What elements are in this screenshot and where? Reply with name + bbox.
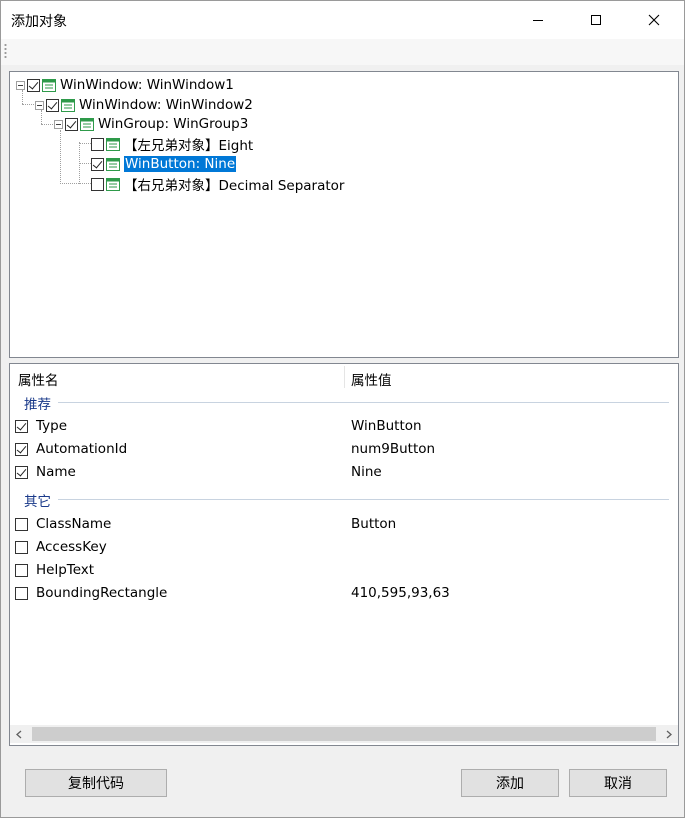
column-header-name[interactable]: 属性名 xyxy=(18,369,59,389)
property-row-accesskey[interactable]: AccessKey xyxy=(10,536,678,559)
tree-node-label: WinGroup: WinGroup3 xyxy=(98,116,249,132)
property-checkbox[interactable] xyxy=(15,541,28,554)
window-node-icon xyxy=(42,78,56,92)
copy-code-button[interactable]: 复制代码 xyxy=(25,769,167,797)
property-name: ClassName xyxy=(36,516,112,532)
property-row-classname[interactable]: ClassName Button xyxy=(10,513,678,536)
chevron-left-icon xyxy=(16,730,22,738)
property-name: BoundingRectangle xyxy=(36,585,168,601)
property-value: Button xyxy=(351,516,397,532)
tree-node-label: 【左兄弟对象】Eight xyxy=(124,138,254,154)
object-node-icon xyxy=(106,137,120,151)
property-grid-header: 属性名 属性值 xyxy=(10,364,678,390)
horizontal-scrollbar[interactable] xyxy=(10,725,678,743)
window-title: 添加对象 xyxy=(11,14,67,30)
group-header-recommended: 推荐 xyxy=(24,397,51,413)
group-divider xyxy=(58,499,669,500)
add-object-dialog: 添加对象 WinWindow: WinWindow1 WinWindow: Wi… xyxy=(0,0,685,818)
property-row-name[interactable]: Name Nine xyxy=(10,461,678,484)
node-checkbox[interactable] xyxy=(91,137,104,151)
scrollbar-thumb[interactable] xyxy=(32,727,656,741)
minimize-button[interactable] xyxy=(515,1,561,39)
maximize-button[interactable] xyxy=(573,1,619,39)
node-checkbox[interactable] xyxy=(27,78,40,92)
tree-node-winwindow2[interactable]: WinWindow: WinWindow2 xyxy=(35,95,253,115)
tree-node-label: WinWindow: WinWindow2 xyxy=(79,97,253,113)
tree-node-label: 【右兄弟对象】Decimal Separator xyxy=(124,178,345,194)
property-name: Name xyxy=(36,464,76,480)
tree-node-right-sibling[interactable]: 【右兄弟对象】Decimal Separator xyxy=(91,174,344,194)
group-divider xyxy=(58,402,669,403)
add-button[interactable]: 添加 xyxy=(461,769,559,797)
tree-line xyxy=(60,183,91,184)
node-checkbox[interactable] xyxy=(65,117,78,131)
property-checkbox[interactable] xyxy=(15,587,28,600)
property-value: WinButton xyxy=(351,418,422,434)
object-node-icon xyxy=(106,157,120,171)
property-checkbox[interactable] xyxy=(15,564,28,577)
tree-node-winbutton-nine[interactable]: WinButton: Nine xyxy=(91,154,237,174)
property-value: num9Button xyxy=(351,441,436,457)
property-checkbox[interactable] xyxy=(15,466,28,479)
property-checkbox[interactable] xyxy=(15,518,28,531)
window-node-icon xyxy=(61,98,75,112)
object-node-icon xyxy=(106,177,120,191)
cancel-button[interactable]: 取消 xyxy=(569,769,667,797)
property-checkbox[interactable] xyxy=(15,420,28,433)
property-grid: 属性名 属性值 推荐 Type WinButton AutomationId n… xyxy=(9,363,679,746)
chevron-right-icon xyxy=(666,730,672,738)
node-checkbox[interactable] xyxy=(46,98,59,112)
property-name: AccessKey xyxy=(36,539,107,555)
scroll-right-button[interactable] xyxy=(660,725,678,743)
tree-node-wingroup3[interactable]: WinGroup: WinGroup3 xyxy=(54,114,248,134)
property-row-helptext[interactable]: HelpText xyxy=(10,559,678,582)
column-divider[interactable] xyxy=(344,366,345,388)
node-checkbox[interactable] xyxy=(91,157,104,171)
tree-node-left-sibling[interactable]: 【左兄弟对象】Eight xyxy=(91,134,253,154)
group-node-icon xyxy=(80,117,94,131)
collapse-toggle[interactable] xyxy=(54,119,63,129)
close-button[interactable] xyxy=(631,1,677,39)
property-name: AutomationId xyxy=(36,441,128,457)
property-name: HelpText xyxy=(36,562,95,578)
minimize-icon xyxy=(533,20,543,21)
tree-node-label-selected: WinButton: Nine xyxy=(124,156,237,172)
tree-line xyxy=(79,143,91,144)
collapse-toggle[interactable] xyxy=(16,80,25,90)
group-header-other: 其它 xyxy=(24,494,51,510)
property-row-type[interactable]: Type WinButton xyxy=(10,415,678,438)
title-bar: 添加对象 xyxy=(1,1,684,39)
column-header-value[interactable]: 属性值 xyxy=(351,369,392,389)
toolbar-grip[interactable] xyxy=(4,43,7,59)
property-checkbox[interactable] xyxy=(15,443,28,456)
property-row-automationid[interactable]: AutomationId num9Button xyxy=(10,438,678,461)
tree-node-winwindow1[interactable]: WinWindow: WinWindow1 xyxy=(16,75,234,95)
toolbar xyxy=(1,39,684,65)
node-checkbox[interactable] xyxy=(91,177,104,191)
tree-line xyxy=(60,130,61,184)
tree-node-label: WinWindow: WinWindow1 xyxy=(60,77,234,93)
property-value: Nine xyxy=(351,464,382,480)
scroll-left-button[interactable] xyxy=(10,725,28,743)
object-tree[interactable]: WinWindow: WinWindow1 WinWindow: WinWind… xyxy=(9,71,679,358)
property-name: Type xyxy=(36,418,68,434)
collapse-toggle[interactable] xyxy=(35,100,44,110)
close-icon xyxy=(648,14,660,26)
property-value: 410,595,93,63 xyxy=(351,585,450,601)
maximize-icon xyxy=(591,15,601,25)
property-row-boundingrectangle[interactable]: BoundingRectangle 410,595,93,63 xyxy=(10,582,678,605)
tree-line xyxy=(79,163,91,164)
